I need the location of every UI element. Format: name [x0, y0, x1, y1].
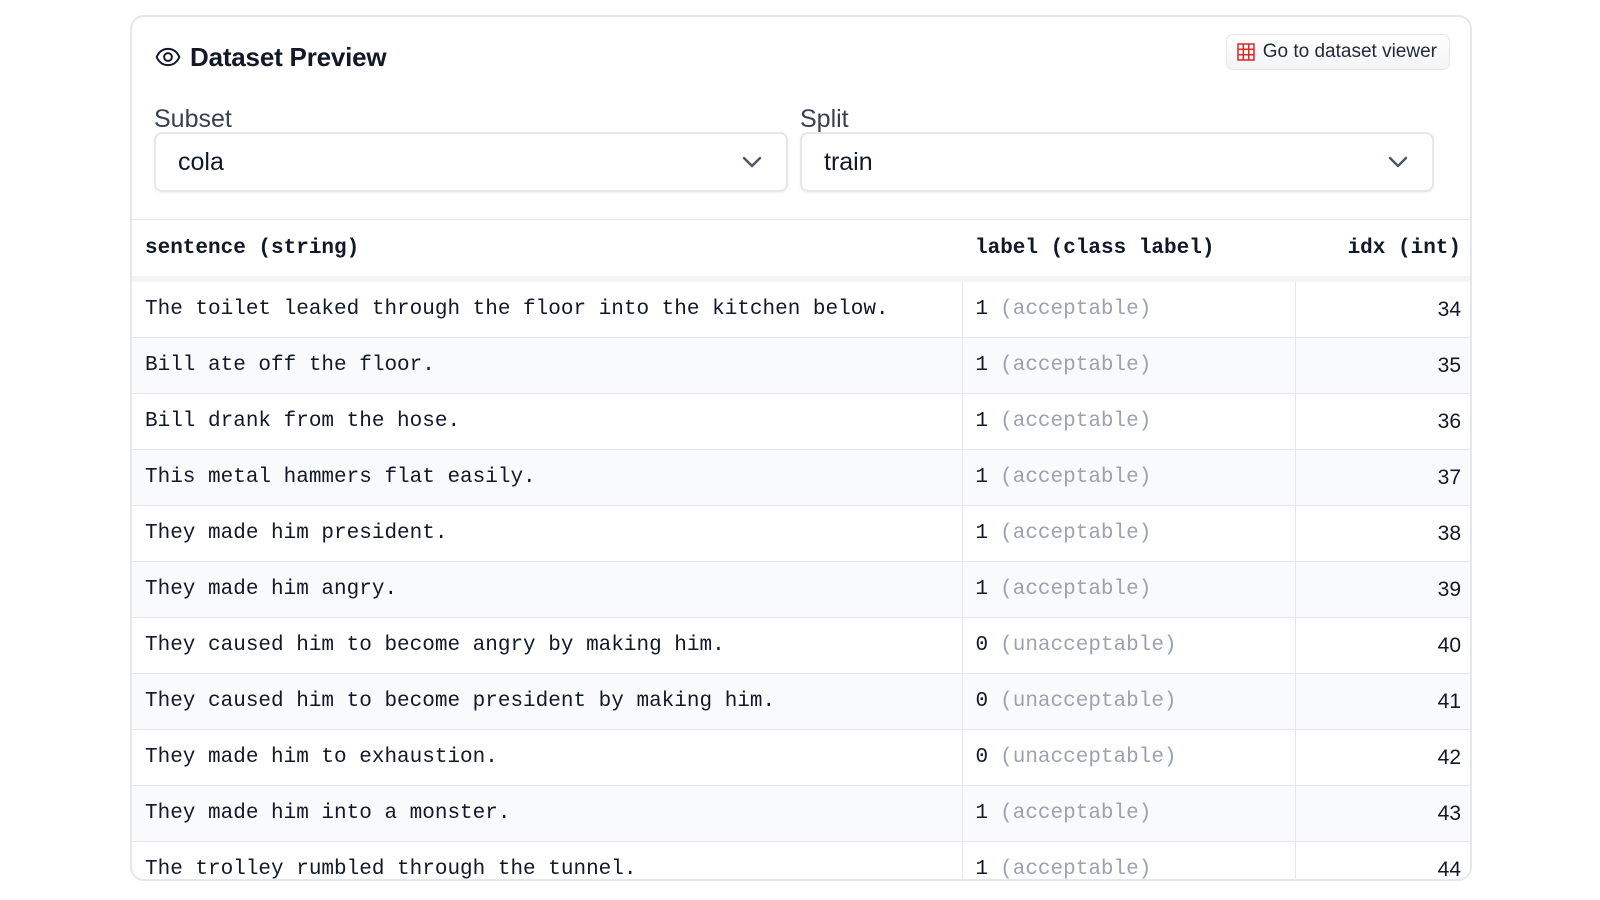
table-header-row: sentence (string) label (class label) id…	[132, 220, 1470, 282]
label-value: 1	[975, 858, 989, 879]
cell-sentence: They made him angry.	[132, 561, 962, 618]
cell-sentence: They made him into a monster.	[132, 785, 962, 842]
label-class-name: (acceptable)	[1000, 802, 1152, 825]
cell-sentence: The toilet leaked through the floor into…	[132, 278, 962, 338]
cell-label: 0 (unacceptable)	[961, 729, 1295, 786]
card-header: Dataset Preview	[154, 37, 387, 77]
cell-sentence: They made him president.	[132, 505, 962, 562]
label-value: 0	[975, 634, 989, 657]
cell-label: 1 (acceptable)	[961, 785, 1295, 842]
label-value: 1	[975, 466, 989, 489]
label-class-name: (acceptable)	[1000, 578, 1152, 601]
label-class-name: (unacceptable)	[1000, 690, 1177, 713]
table-row[interactable]: They made him president. 1 (acceptable) 38	[132, 505, 1470, 562]
cell-sentence: Bill ate off the floor.	[132, 337, 962, 394]
grid-icon	[1236, 43, 1255, 61]
label-class-name: (acceptable)	[1000, 298, 1152, 321]
cell-label: 1 (acceptable)	[961, 449, 1295, 506]
cell-label: 1 (acceptable)	[961, 841, 1295, 879]
dataset-table-container[interactable]: sentence (string) label (class label) id…	[132, 219, 1470, 879]
cell-sentence: This metal hammers flat easily.	[132, 449, 962, 506]
label-value: 1	[975, 802, 989, 825]
page-title: Dataset Preview	[190, 41, 387, 72]
label-value: 1	[975, 522, 989, 545]
cell-sentence: They made him to exhaustion.	[132, 729, 962, 786]
subset-label: Subset	[154, 105, 232, 133]
table-row[interactable]: They made him angry. 1 (acceptable) 39	[132, 561, 1470, 618]
cell-sentence: The trolley rumbled through the tunnel.	[132, 841, 962, 879]
label-class-name: (unacceptable)	[1000, 746, 1177, 769]
label-value: 1	[975, 298, 989, 321]
cell-idx: 34	[1294, 278, 1470, 338]
cell-label: 0 (unacceptable)	[961, 673, 1295, 730]
cell-idx: 35	[1294, 337, 1470, 394]
subset-select[interactable]: cola	[154, 132, 788, 192]
cell-label: 1 (acceptable)	[961, 393, 1295, 450]
cell-sentence: Bill drank from the hose.	[132, 393, 962, 450]
label-value: 1	[975, 354, 989, 377]
cell-idx: 38	[1294, 505, 1470, 562]
table-row[interactable]: Bill ate off the floor. 1 (acceptable) 35	[132, 337, 1470, 394]
dataset-preview-card: Dataset Preview Go to dataset viewer Sub…	[130, 15, 1472, 881]
chevron-down-icon	[1386, 150, 1410, 174]
eye-icon	[154, 43, 182, 71]
go-to-dataset-viewer-button[interactable]: Go to dataset viewer	[1225, 34, 1450, 70]
column-header-label[interactable]: label (class label)	[962, 220, 1295, 282]
label-class-name: (acceptable)	[1000, 410, 1152, 433]
label-value: 1	[975, 410, 989, 433]
go-to-dataset-viewer-label: Go to dataset viewer	[1262, 41, 1437, 62]
cell-sentence: They caused him to become president by m…	[132, 673, 962, 730]
label-value: 0	[975, 746, 989, 769]
cell-label: 1 (acceptable)	[961, 561, 1295, 618]
label-class-name: (acceptable)	[1000, 858, 1152, 879]
cell-idx: 39	[1294, 561, 1470, 618]
label-class-name: (acceptable)	[1000, 466, 1152, 489]
table-row[interactable]: The toilet leaked through the floor into…	[132, 278, 1470, 338]
chevron-down-icon	[740, 150, 764, 174]
label-value: 0	[975, 690, 989, 713]
cell-idx: 43	[1294, 785, 1470, 842]
split-select[interactable]: train	[800, 132, 1434, 192]
cell-label: 1 (acceptable)	[961, 505, 1295, 562]
cell-label: 1 (acceptable)	[961, 337, 1295, 394]
label-class-name: (acceptable)	[1000, 522, 1152, 545]
label-class-name: (acceptable)	[1000, 354, 1152, 377]
table-row[interactable]: They caused him to become president by m…	[132, 673, 1470, 730]
table-row[interactable]: They made him to exhaustion. 0 (unacceptab…	[132, 729, 1470, 786]
column-header-idx[interactable]: idx (int)	[1295, 220, 1470, 282]
cell-idx: 44	[1294, 841, 1470, 879]
split-label: Split	[800, 105, 849, 133]
column-header-sentence[interactable]: sentence (string)	[132, 220, 962, 282]
subset-value: cola	[178, 147, 224, 176]
cell-label: 1 (acceptable)	[961, 278, 1295, 338]
split-value: train	[824, 147, 873, 176]
cell-idx: 37	[1294, 449, 1470, 506]
cell-idx: 40	[1294, 617, 1470, 674]
cell-idx: 36	[1294, 393, 1470, 450]
cell-sentence: They caused him to become angry by makin…	[132, 617, 962, 674]
cell-idx: 41	[1294, 673, 1470, 730]
cell-idx: 42	[1294, 729, 1470, 786]
table-row[interactable]: The trolley rumbled through the tunnel. 1…	[132, 841, 1470, 879]
table-row[interactable]: Bill drank from the hose. 1 (acceptable) 36	[132, 393, 1470, 450]
table-body: The toilet leaked through the floor into…	[132, 278, 1470, 879]
cell-label: 0 (unacceptable)	[961, 617, 1295, 674]
label-class-name: (unacceptable)	[1000, 634, 1177, 657]
table-row[interactable]: They made him into a monster. 1 (acceptabl…	[132, 785, 1470, 842]
dataset-table: sentence (string) label (class label) id…	[132, 220, 1470, 879]
table-row[interactable]: They caused him to become angry by makin…	[132, 617, 1470, 674]
table-row[interactable]: This metal hammers flat easily. 1 (accepta…	[132, 449, 1470, 506]
label-value: 1	[975, 578, 989, 601]
